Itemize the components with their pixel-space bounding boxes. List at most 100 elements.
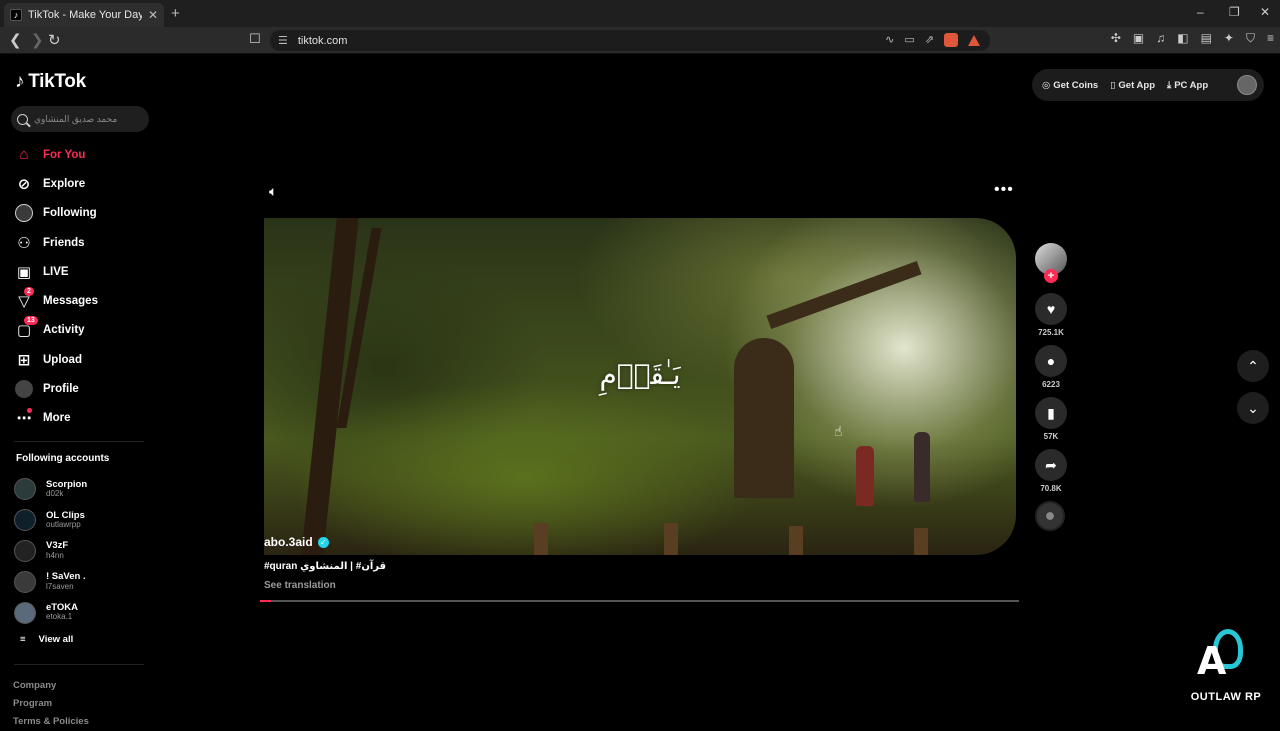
view-all-button[interactable]: ≡ View all bbox=[20, 634, 73, 645]
friends-icon: ⚇ bbox=[17, 234, 31, 252]
screenshot-icon[interactable]: ▣ bbox=[1133, 31, 1144, 46]
back-arrow-icon[interactable]: ❮ bbox=[9, 31, 22, 49]
account-item[interactable]: V3zF h4nn bbox=[14, 536, 154, 567]
video-progress-bar[interactable] bbox=[260, 600, 1019, 602]
music-disc-icon[interactable] bbox=[1035, 501, 1065, 531]
video-author[interactable]: abo.3aid ✓ bbox=[264, 535, 329, 549]
nav-label: Messages bbox=[43, 295, 98, 308]
site-info-icon[interactable]: ☰ bbox=[278, 34, 288, 47]
previous-video-button[interactable]: ⌃ bbox=[1237, 350, 1269, 382]
footer-links: Company Program Terms & Policies bbox=[13, 677, 89, 731]
leo-ai-icon[interactable]: ✦ bbox=[1224, 31, 1234, 46]
sidebar-toggle-icon[interactable]: ◧ bbox=[1177, 31, 1188, 46]
creator-avatar[interactable]: + bbox=[1035, 243, 1067, 283]
account-handle: l7saven bbox=[46, 581, 74, 591]
pc-app-button[interactable]: ⤓ PC App bbox=[1167, 80, 1208, 91]
cast-icon[interactable]: ▭ bbox=[904, 33, 914, 47]
following-avatar-icon bbox=[14, 203, 34, 223]
volume-icon[interactable]: 🔈︎ bbox=[269, 183, 277, 200]
account-item[interactable]: eTOKA etoka.1 bbox=[14, 597, 154, 628]
top-actions-bar: ◎ Get Coins ▯ Get App ⤓ PC App bbox=[1032, 69, 1264, 101]
brave-rewards-icon[interactable] bbox=[968, 35, 980, 46]
window-close-button[interactable]: ✕ bbox=[1260, 5, 1270, 19]
footer-link-company[interactable]: Company bbox=[13, 677, 89, 695]
follow-plus-icon[interactable]: + bbox=[1044, 269, 1058, 283]
minimize-button[interactable]: – bbox=[1197, 5, 1204, 19]
avatar bbox=[14, 601, 36, 624]
nav-item-live[interactable]: ▣ LIVE bbox=[14, 257, 154, 286]
like-button[interactable]: ♥ bbox=[1035, 293, 1067, 325]
reload-icon[interactable]: ↻ bbox=[48, 31, 61, 49]
watermark-text: OUTLAW RP bbox=[1190, 691, 1262, 703]
vpn-shield-icon[interactable]: ⛉ bbox=[1246, 31, 1255, 46]
search-icon[interactable] bbox=[17, 113, 28, 125]
url-text[interactable]: tiktok.com bbox=[298, 35, 348, 47]
user-avatar[interactable] bbox=[1237, 75, 1257, 95]
media-music-icon[interactable]: ♫ bbox=[1156, 31, 1165, 46]
like-count: 725.1K bbox=[1038, 328, 1064, 337]
pc-app-label: PC App bbox=[1174, 79, 1209, 91]
share-button[interactable]: ➦ bbox=[1035, 449, 1067, 481]
messages-icon: ▽ 2 bbox=[14, 287, 34, 311]
wallet-icon[interactable]: ▤ bbox=[1201, 31, 1212, 46]
account-handle: etoka.1 bbox=[46, 612, 73, 622]
avatar bbox=[14, 478, 36, 501]
footer-link-program[interactable]: Program bbox=[13, 695, 89, 713]
nav-item-more[interactable]: ⋯ More bbox=[14, 404, 154, 433]
footer-link-terms[interactable]: Terms & Policies bbox=[13, 713, 89, 731]
account-handle: d02k bbox=[46, 489, 64, 499]
nav-item-explore[interactable]: ⊘ Explore bbox=[14, 169, 154, 198]
get-coins-button[interactable]: ◎ Get Coins bbox=[1042, 80, 1098, 91]
nav-item-friends[interactable]: ⚇ Friends bbox=[14, 228, 154, 257]
comment-button[interactable]: ● bbox=[1035, 345, 1067, 377]
brave-shields-icon[interactable] bbox=[944, 33, 958, 47]
get-coins-label: Get Coins bbox=[1053, 79, 1099, 91]
video-progress-fill bbox=[260, 600, 272, 602]
compass-icon: ⊘ bbox=[17, 175, 31, 193]
tiktok-page: ♪ TikTok محمد صديق المنشاوي ⌂ For You ⊘ … bbox=[0, 55, 1280, 727]
address-bar[interactable]: ☰ tiktok.com ∿ ▭ ⇗ bbox=[270, 30, 990, 51]
share-block: ➦ 70.8K bbox=[1035, 449, 1068, 496]
restore-button[interactable]: ❐ bbox=[1229, 5, 1240, 19]
account-item[interactable]: ! SaVen . l7saven bbox=[14, 566, 154, 597]
more-options-icon[interactable]: ••• bbox=[994, 181, 1014, 199]
tab-close-icon[interactable]: ✕ bbox=[148, 8, 158, 22]
video-description[interactable]: #quran قرآن# | المنشاوي bbox=[264, 561, 386, 572]
comment-bubble-icon: ● bbox=[1046, 353, 1056, 369]
next-video-button[interactable]: ⌄ bbox=[1237, 392, 1269, 424]
profile-avatar-icon bbox=[14, 379, 34, 399]
account-item[interactable]: Scorpion d02k bbox=[14, 474, 154, 505]
bookmark-icon[interactable]: ☐ bbox=[249, 31, 261, 47]
download-icon: ⤓ bbox=[1167, 79, 1172, 91]
upload-icon: ⊞ bbox=[17, 351, 31, 369]
video-player[interactable]: يَـٰقَوۡمِ ☝ bbox=[264, 218, 1016, 555]
extensions-puzzle-icon[interactable]: ✣ bbox=[1111, 31, 1121, 46]
following-accounts-list: Scorpion d02k OL Clips outlawrpp V3zF h4nn … bbox=[14, 474, 154, 628]
menu-icon[interactable]: ≡ bbox=[1267, 31, 1274, 46]
get-app-label: Get App bbox=[1118, 79, 1155, 91]
nav-label: Following bbox=[43, 207, 97, 220]
nav-item-activity[interactable]: ▢ 13 Activity bbox=[14, 316, 154, 345]
nav-item-profile[interactable]: Profile bbox=[14, 374, 154, 403]
new-tab-button[interactable]: + bbox=[171, 5, 180, 22]
nav-item-for-you[interactable]: ⌂ For You bbox=[14, 140, 154, 169]
see-translation-button[interactable]: See translation bbox=[264, 580, 336, 591]
account-item[interactable]: OL Clips outlawrpp bbox=[14, 505, 154, 536]
verified-badge-icon: ✓ bbox=[317, 536, 329, 548]
save-button[interactable]: ▮ bbox=[1035, 397, 1067, 429]
messages-badge: 2 bbox=[24, 287, 34, 297]
sidebar: ♪ TikTok محمد صديق المنشاوي ⌂ For You ⊘ … bbox=[0, 55, 160, 727]
nav-item-following[interactable]: Following bbox=[14, 199, 154, 228]
search-input[interactable]: محمد صديق المنشاوي bbox=[11, 106, 149, 132]
forward-arrow-icon[interactable]: ❯ bbox=[31, 31, 44, 49]
get-app-button[interactable]: ▯ Get App bbox=[1110, 80, 1155, 91]
no-translate-icon[interactable]: ∿ bbox=[885, 33, 894, 47]
nav-item-upload[interactable]: ⊞ Upload bbox=[14, 345, 154, 374]
share-icon[interactable]: ⇗ bbox=[925, 33, 934, 47]
tiktok-logo[interactable]: ♪ TikTok bbox=[15, 71, 86, 93]
account-handle: h4nn bbox=[46, 550, 64, 560]
activity-icon: ▢ 13 bbox=[14, 316, 38, 340]
browser-tab[interactable]: ♪ TikTok - Make Your Day ✕ bbox=[4, 3, 164, 27]
nav-item-messages[interactable]: ▽ 2 Messages bbox=[14, 286, 154, 315]
phone-icon: ▯ bbox=[1110, 79, 1116, 91]
